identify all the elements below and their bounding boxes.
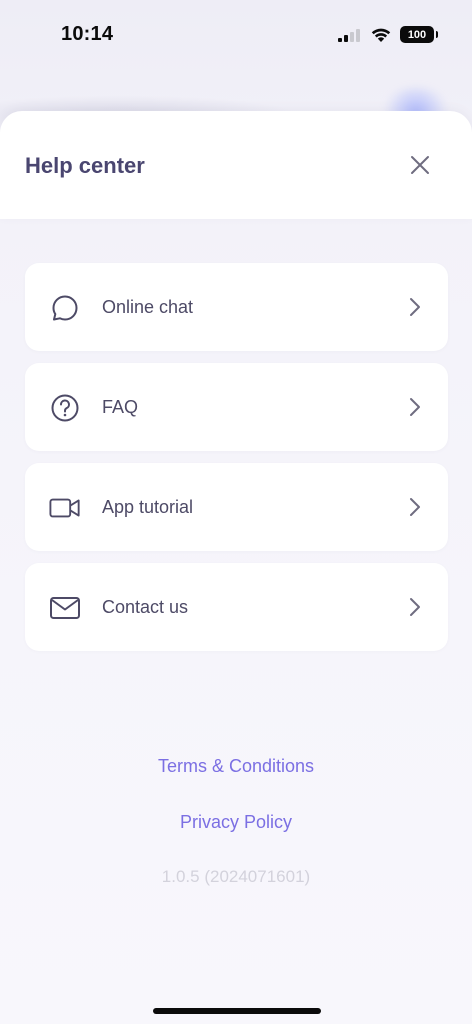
chevron-right-icon: [408, 597, 422, 617]
sheet-header: Help center: [0, 111, 472, 219]
menu-item-contact-us[interactable]: Contact us: [25, 563, 448, 651]
menu-item-faq[interactable]: FAQ: [25, 363, 448, 451]
menu-item-label: FAQ: [102, 397, 139, 417]
help-center-screen: 10:14 100 Help center Online chat FAQ Ap…: [0, 0, 472, 1024]
terms-link[interactable]: Terms & Conditions: [0, 756, 472, 777]
chevron-right-icon: [408, 497, 422, 517]
cellular-signal-icon: [338, 28, 360, 42]
menu-item-online-chat[interactable]: Online chat: [25, 263, 448, 351]
status-icons: 100: [338, 26, 438, 43]
status-bar: 10:14 100: [0, 0, 472, 70]
menu-item-label: Contact us: [102, 597, 189, 617]
close-button[interactable]: [400, 145, 440, 185]
menu-item-label: Online chat: [102, 297, 194, 317]
chevron-right-icon: [408, 297, 422, 317]
page-title: Help center: [25, 153, 145, 178]
question-circle-icon: [49, 392, 81, 424]
battery-indicator: 100: [400, 26, 438, 43]
close-icon: [411, 156, 429, 174]
menu-item-label: App tutorial: [102, 497, 194, 517]
privacy-link[interactable]: Privacy Policy: [0, 812, 472, 833]
chat-bubble-icon: [49, 292, 81, 324]
status-time: 10:14: [61, 23, 114, 45]
version-label: 1.0.5 (2024071601): [161, 867, 311, 886]
help-menu-list: Online chat FAQ App tutorial Contact us: [25, 263, 448, 663]
chevron-right-icon: [408, 397, 422, 417]
envelope-icon: [49, 592, 81, 624]
video-camera-icon: [49, 492, 81, 524]
home-indicator[interactable]: [153, 1008, 321, 1014]
wifi-icon: [371, 28, 391, 42]
battery-level: 100: [407, 28, 427, 41]
menu-item-app-tutorial[interactable]: App tutorial: [25, 463, 448, 551]
